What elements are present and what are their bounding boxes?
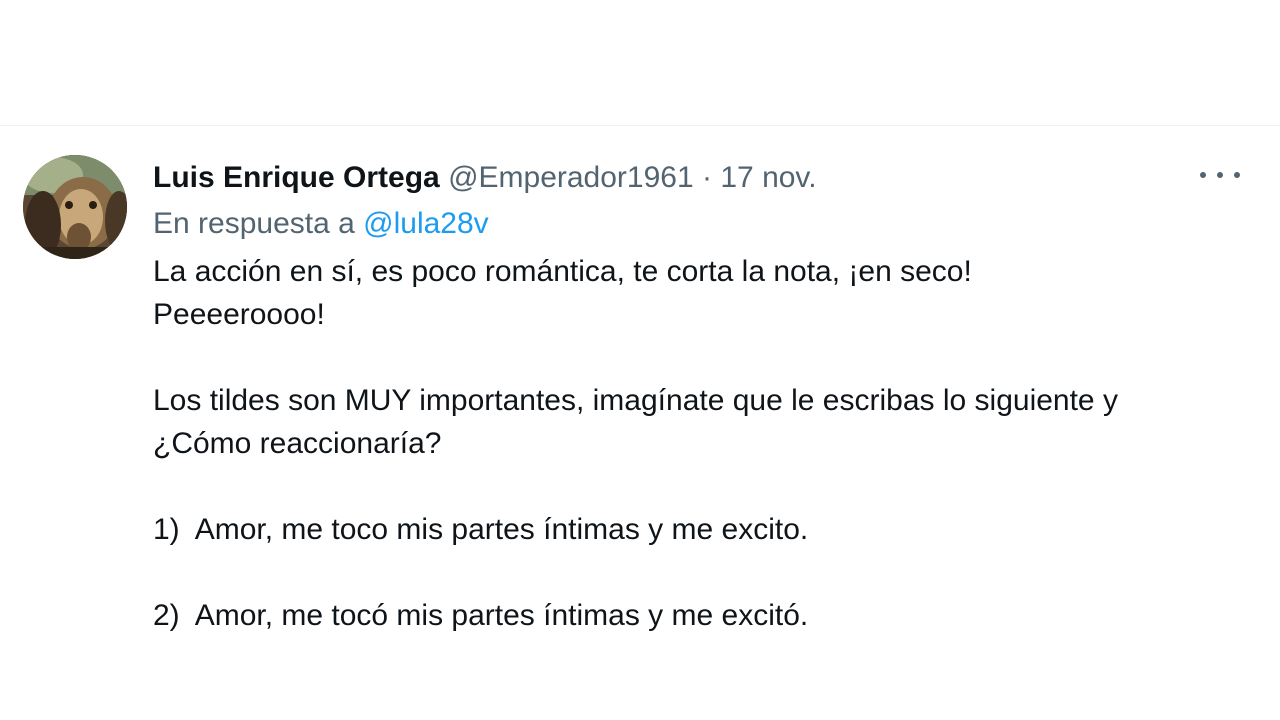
tweet-text-line: Los tildes son MUY importantes, imagínat… [153,384,1118,417]
more-dot [1200,172,1206,178]
avatar[interactable] [23,155,127,259]
more-options-icon[interactable] [1200,162,1240,188]
tweet-text-line: ¿Cómo reaccionaría? [153,427,442,460]
tweet-text-line: 1) Amor, me toco mis partes íntimas y me… [153,513,809,546]
tweet-text-line [153,336,1213,379]
tweet-content: Luis Enrique Ortega @Emperador1961 · 17 … [153,156,1213,637]
tweet-text-line: La acción en sí, es poco romántica, te c… [153,255,972,288]
more-dot [1234,172,1240,178]
tweet-text-line [153,465,1213,508]
tweet-text: La acción en sí, es poco romántica, te c… [153,250,1213,637]
more-dot [1217,172,1223,178]
header-separator: · [702,161,713,194]
author-name[interactable]: Luis Enrique Ortega [153,161,440,194]
tweet-header: Luis Enrique Ortega @Emperador1961 · 17 … [153,156,1213,200]
avatar-photo-icon [23,155,127,259]
author-handle[interactable]: @Emperador1961 [448,161,694,194]
tweet-text-line: 2) Amor, me tocó mis partes íntimas y me… [153,599,809,632]
reply-mention-link[interactable]: @lula28v [363,207,489,240]
reply-prefix: En respuesta a [153,207,364,240]
tweet-text-line [153,551,1213,594]
tweet-text-line: Peeeeroooo! [153,298,325,331]
tweet-timestamp[interactable]: 17 nov. [720,161,816,194]
tweet[interactable]: Luis Enrique Ortega @Emperador1961 · 17 … [0,126,1280,720]
reply-context: En respuesta a @lula28v [153,202,1213,246]
